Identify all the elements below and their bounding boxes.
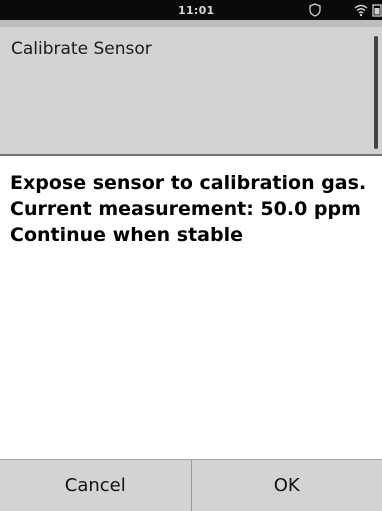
shield-icon bbox=[309, 3, 321, 17]
page-title: Calibrate Sensor bbox=[11, 39, 152, 59]
instruction-line-continue: Continue when stable bbox=[10, 224, 243, 246]
header-panel: Calibrate Sensor bbox=[0, 20, 382, 154]
header-scrollbar[interactable] bbox=[374, 36, 378, 149]
status-time: 11:01 bbox=[178, 4, 215, 17]
instruction-line-expose: Expose sensor to calibration gas. bbox=[10, 172, 367, 194]
instruction-message: Expose sensor to calibration gas. Curren… bbox=[10, 170, 380, 248]
instruction-line-measurement: Current measurement: 50.0 ppm bbox=[10, 198, 361, 220]
battery-icon bbox=[372, 4, 382, 17]
button-bar: Cancel OK bbox=[0, 459, 382, 511]
cancel-button[interactable]: Cancel bbox=[0, 460, 192, 511]
wifi-icon bbox=[354, 4, 368, 17]
header-divider bbox=[0, 154, 382, 156]
status-bar: 11:01 bbox=[0, 0, 382, 20]
ok-button[interactable]: OK bbox=[192, 460, 382, 511]
